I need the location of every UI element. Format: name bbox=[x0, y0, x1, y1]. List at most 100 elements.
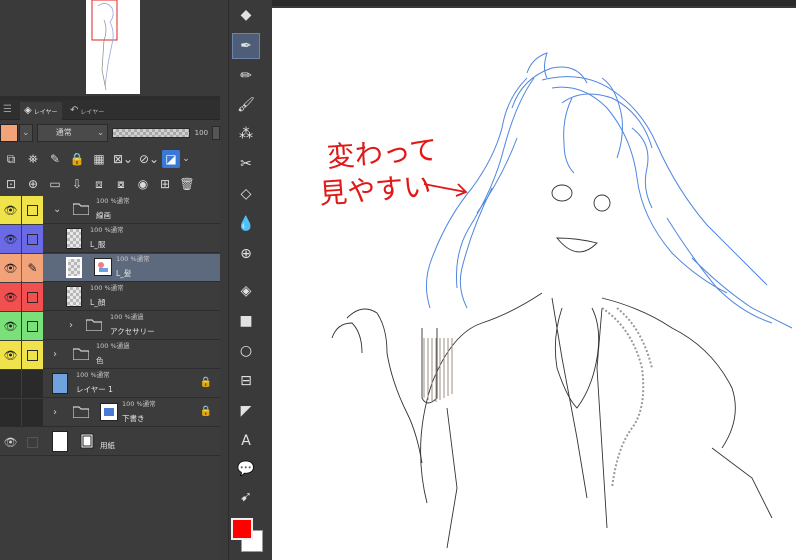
text-icon[interactable]: A bbox=[232, 428, 260, 454]
illustration bbox=[331, 52, 793, 549]
fill-bucket-icon[interactable]: ◆ bbox=[232, 2, 260, 28]
layer-row[interactable]: 👁 › 100 %通過 アクセサリー bbox=[0, 312, 220, 340]
chevron-down-icon[interactable]: ⌄ bbox=[180, 149, 192, 169]
navigator-panel[interactable] bbox=[0, 0, 220, 96]
pen-icon: ✎ bbox=[27, 261, 38, 275]
lock-transparency-icon[interactable]: ▦ bbox=[88, 149, 110, 169]
trash-icon[interactable]: 🗑 bbox=[176, 174, 198, 194]
layer-thumbnail bbox=[52, 431, 68, 452]
gradient-icon[interactable]: ■ bbox=[232, 308, 260, 334]
pencil-icon[interactable]: ✏ bbox=[232, 63, 260, 89]
new-raster-layer-icon[interactable]: ⊡ bbox=[0, 174, 22, 194]
blend-mode-select[interactable]: 通常 ⌄ bbox=[36, 124, 109, 142]
eye-icon[interactable]: 👁 bbox=[0, 196, 21, 224]
folder-icon bbox=[73, 348, 89, 360]
balloon-icon[interactable]: 💬 bbox=[232, 456, 260, 482]
tab-history[interactable]: ↶ レイヤー bbox=[66, 102, 108, 120]
edit-target-cell[interactable] bbox=[22, 312, 43, 340]
chevron-right-icon[interactable]: › bbox=[53, 407, 57, 418]
edit-target-cell[interactable] bbox=[22, 341, 43, 369]
eye-icon[interactable]: 👁 bbox=[0, 225, 21, 253]
ruler-range-icon[interactable]: ⊘⌄ bbox=[136, 149, 162, 169]
eye-icon[interactable]: 👁 bbox=[0, 341, 21, 369]
color-fill-icon[interactable]: ◈ bbox=[232, 278, 260, 304]
layer-thumbnail bbox=[66, 286, 82, 307]
edit-target-cell[interactable] bbox=[22, 370, 43, 398]
new-vector-layer-icon[interactable]: ⊕ bbox=[22, 174, 44, 194]
layer-name: 色 bbox=[96, 356, 104, 365]
pen-icon[interactable]: ✒ bbox=[232, 33, 260, 59]
edit-target-cell[interactable] bbox=[22, 196, 43, 224]
eye-icon[interactable]: 👁 bbox=[0, 312, 21, 340]
chevron-down-icon[interactable]: ⌄ bbox=[53, 204, 61, 215]
navigator-thumbnail[interactable] bbox=[86, 0, 140, 94]
eye-icon[interactable]: 👁 bbox=[0, 283, 21, 311]
airbrush-icon[interactable]: ⁂ bbox=[232, 121, 260, 147]
layer-thumbnail bbox=[52, 373, 68, 394]
clip-layer-icon[interactable]: ⧉ bbox=[0, 149, 22, 169]
layer-thumbnail bbox=[66, 228, 82, 249]
frame-icon[interactable]: ⊟ bbox=[232, 368, 260, 394]
opacity-slider[interactable] bbox=[112, 128, 190, 138]
draft-layer-icon[interactable]: ✎ bbox=[44, 149, 66, 169]
brush-icon[interactable]: 🖌 bbox=[232, 92, 260, 118]
correct-line-icon[interactable]: ➹ bbox=[232, 484, 260, 510]
eye-hidden-cell[interactable] bbox=[0, 370, 21, 398]
decoration-icon[interactable]: ✂ bbox=[232, 151, 260, 177]
drawing-canvas[interactable]: 変わって 見やすい bbox=[272, 8, 796, 560]
panel-menu-icon[interactable]: ☰ bbox=[3, 104, 12, 115]
layer-row[interactable]: 👁 100 %通常 L_顔 bbox=[0, 283, 220, 311]
checkbox bbox=[27, 436, 38, 448]
transfer-down-icon[interactable]: ⇩ bbox=[66, 174, 88, 194]
tab-layer-label: レイヤー bbox=[33, 108, 58, 116]
layer-color-swatch[interactable] bbox=[0, 124, 18, 142]
layer-tabbar: ☰ ◈ レイヤー ↶ レイヤー bbox=[0, 100, 220, 120]
layer-row[interactable]: 👁 › 100 %通過 色 bbox=[0, 341, 220, 369]
combine-icon[interactable]: ⧇ bbox=[110, 174, 132, 194]
reference-layer-icon[interactable]: ⛯ bbox=[22, 149, 44, 169]
eraser-icon[interactable]: ◇ bbox=[232, 181, 260, 207]
blend-icon[interactable]: 💧 bbox=[232, 211, 260, 237]
layer-color-toggle-icon[interactable]: ◪ bbox=[162, 150, 180, 168]
layer-row[interactable]: 100 %通常 レイヤー 1 🔒 bbox=[0, 370, 220, 398]
layer-meta: 100 %通常 bbox=[90, 284, 124, 292]
layer-row[interactable]: 👁 用紙 bbox=[0, 428, 220, 456]
edit-target-cell[interactable]: ✎ bbox=[22, 254, 43, 282]
mask-enable-icon[interactable]: ⊠⌄ bbox=[110, 149, 136, 169]
chevron-right-icon[interactable]: › bbox=[69, 320, 73, 331]
eye-icon[interactable]: 👁 bbox=[0, 428, 21, 456]
eye-icon[interactable]: 👁 bbox=[0, 254, 21, 282]
layer-meta: 100 %通常 bbox=[122, 400, 156, 408]
edit-target-cell[interactable] bbox=[22, 428, 43, 456]
layer-panel: ☰ ◈ レイヤー ↶ レイヤー ⌄ 通常 ⌄ 100 ⧉ ⛯ ✎ 🔒 ▦ ⊠⌄ … bbox=[0, 0, 220, 560]
layer-color-dropdown[interactable]: ⌄ bbox=[18, 124, 33, 142]
opacity-stepper[interactable] bbox=[212, 126, 220, 140]
canvas-area[interactable]: 変わって 見やすい bbox=[262, 0, 796, 560]
figure-icon[interactable]: ⊕ bbox=[232, 241, 260, 267]
apply-mask-icon[interactable]: ⊞ bbox=[154, 174, 176, 194]
merge-down-icon[interactable]: ⧈ bbox=[88, 174, 110, 194]
layer-name: L_服 bbox=[90, 240, 106, 249]
lock-icon: 🔒 bbox=[199, 377, 212, 388]
layer-row[interactable]: 👁 100 %通常 L_服 bbox=[0, 225, 220, 253]
chevron-right-icon[interactable]: › bbox=[53, 349, 57, 360]
layer-row[interactable]: 👁 ⌄ 100 %通常 線画 bbox=[0, 196, 220, 224]
ellipse-icon[interactable]: ○ bbox=[232, 338, 260, 364]
edit-target-cell[interactable] bbox=[22, 399, 43, 427]
layer-meta: 100 %通常 bbox=[76, 371, 110, 379]
tab-history-label: レイヤー bbox=[80, 108, 105, 116]
folder-icon bbox=[73, 203, 89, 215]
tab-layer[interactable]: ◈ レイヤー bbox=[20, 102, 62, 120]
checkbox bbox=[27, 233, 38, 245]
eye-hidden-cell[interactable] bbox=[0, 399, 21, 427]
foreground-color-swatch[interactable] bbox=[231, 518, 253, 540]
ruler-icon[interactable]: ◤ bbox=[232, 398, 260, 424]
edit-target-cell[interactable] bbox=[22, 283, 43, 311]
layer-row[interactable]: › 100 %通常 下書き 🔒 bbox=[0, 399, 220, 427]
canvas-scrollbar[interactable] bbox=[272, 0, 796, 6]
new-folder-icon[interactable]: ▭ bbox=[44, 174, 66, 194]
edit-target-cell[interactable] bbox=[22, 225, 43, 253]
layer-row-selected[interactable]: 👁 ✎ 100 %通常 L_髪 bbox=[0, 254, 220, 282]
create-mask-icon[interactable]: ◉ bbox=[132, 174, 154, 194]
lock-layer-icon[interactable]: 🔒 bbox=[66, 149, 88, 169]
